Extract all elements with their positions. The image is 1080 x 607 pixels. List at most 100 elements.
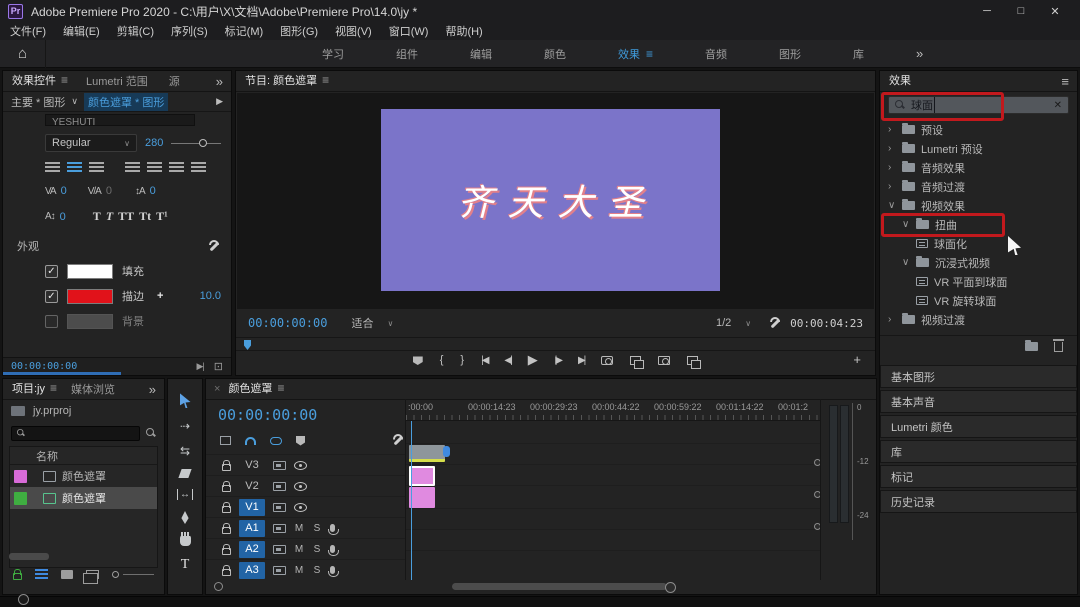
mute-button[interactable]: M [294, 523, 304, 534]
chevron-down-icon[interactable]: ∨ [71, 96, 78, 107]
panel-menu-icon[interactable]: ≡ [61, 73, 68, 87]
home-icon[interactable]: ⌂ [0, 40, 46, 68]
horizontal-scrollbar[interactable] [9, 553, 49, 560]
voiceover-mic-icon[interactable] [330, 566, 335, 574]
project-search-input[interactable] [11, 426, 140, 441]
panel-lumetri-color[interactable]: Lumetri 颜色 [880, 415, 1077, 438]
mark-out-button[interactable]: } [460, 354, 464, 366]
track-visibility-eye-icon[interactable] [294, 503, 307, 512]
minimize-button[interactable]: ─ [970, 5, 1004, 18]
selection-tool[interactable] [180, 393, 191, 408]
tree-item-spherize[interactable]: 球面化 [880, 234, 1077, 253]
timeline-timecode[interactable]: 00:00:00:00 [206, 399, 405, 424]
mini-zoom-bar[interactable] [3, 372, 121, 375]
lock-icon[interactable] [222, 527, 231, 534]
icon-view-icon[interactable] [61, 570, 73, 579]
add-marker-button[interactable] [413, 355, 423, 365]
small-caps-button[interactable]: Tt [139, 209, 151, 224]
panel-essential-graphics[interactable]: 基本图形 [880, 365, 1077, 388]
play-button[interactable]: ▶ [528, 352, 538, 368]
playback-resolution-dropdown[interactable]: 1/2 ∨ [716, 317, 751, 329]
tab-sequence[interactable]: 颜色遮罩 ≡ [227, 379, 285, 400]
superscript-button[interactable]: T¹ [156, 209, 168, 224]
leading-value[interactable]: 0 [150, 185, 156, 197]
tab-project[interactable]: 项目:jy ≡ [11, 379, 58, 400]
wrench-icon[interactable] [208, 240, 221, 253]
menu-window[interactable]: 窗口(W) [389, 23, 429, 39]
panel-overflow-icon[interactable]: » [216, 74, 223, 89]
track-header-a3[interactable]: A3 M S [206, 559, 405, 580]
expander-icon[interactable]: ∨ [902, 219, 910, 230]
maximize-button[interactable]: □ [1004, 5, 1038, 18]
fill-swatch[interactable] [67, 264, 113, 279]
align-left-icon[interactable] [45, 162, 60, 173]
justify-last-center-icon[interactable] [147, 162, 162, 173]
tab-source[interactable]: 源 [169, 73, 180, 89]
zoom-slider[interactable] [123, 574, 154, 575]
menu-help[interactable]: 帮助(H) [445, 23, 482, 39]
baseline-shift-value[interactable]: 0 [60, 211, 66, 223]
tracking-value[interactable]: 0 [106, 185, 112, 197]
faux-bold-button[interactable]: T [93, 209, 101, 224]
lock-icon[interactable] [222, 485, 231, 492]
workspace-tab-graphics[interactable]: 图形 [753, 40, 827, 68]
timeline-horizontal-scrollbar[interactable] [452, 583, 667, 590]
program-monitor-viewport[interactable]: 齐天大圣 [237, 93, 874, 309]
clip-source-selector[interactable]: 主要 * 图形 [11, 94, 65, 110]
fit-dropdown[interactable]: 适合 ∨ [351, 315, 393, 331]
stroke-swatch[interactable] [67, 289, 113, 304]
tree-item-vr-rotate-sphere[interactable]: VR 旋转球面 [880, 291, 1077, 310]
clip-target-label[interactable]: 颜色遮罩 * 图形 [84, 93, 168, 111]
project-file-name[interactable]: jy.prproj [33, 405, 71, 417]
track-header-v1[interactable]: V1 [206, 496, 405, 517]
background-swatch[interactable] [67, 314, 113, 329]
timeline-ruler[interactable]: :00:00 00:00:14:23 00:00:29:23 00:00:44:… [406, 399, 820, 421]
source-patch-icon[interactable] [273, 482, 286, 491]
play-around-icon[interactable]: ▶| [197, 361, 204, 372]
font-size-value[interactable]: 280 [145, 137, 163, 149]
source-patch-icon[interactable] [273, 503, 286, 512]
all-caps-button[interactable]: TT [118, 209, 134, 224]
workspace-overflow-icon[interactable]: » [916, 46, 923, 61]
close-button[interactable]: ✕ [1038, 5, 1072, 18]
track-header-v2[interactable]: V2 [206, 475, 405, 496]
justify-all-icon[interactable] [191, 162, 206, 173]
new-custom-bin-icon[interactable] [1025, 342, 1038, 351]
hand-tool[interactable] [180, 535, 191, 546]
menu-file[interactable]: 文件(F) [10, 23, 46, 39]
tree-item-video-effects[interactable]: ∨ 视频效果 [880, 196, 1077, 215]
font-family-field[interactable]: YESHUTI [45, 114, 195, 126]
pen-tool[interactable] [181, 511, 189, 524]
tab-effect-controls[interactable]: 效果控件 ≡ [11, 71, 69, 92]
tab-program-monitor[interactable]: 节目: 颜色遮罩 ≡ [244, 71, 330, 92]
track-badge[interactable]: A3 [239, 562, 265, 579]
clip-graphic-v3[interactable] [409, 445, 445, 462]
track-header-a1[interactable]: A1 M S [206, 517, 405, 538]
workspace-tab-menu-icon[interactable]: ≡ [646, 47, 653, 61]
go-to-in-button[interactable]: |◀ [481, 355, 487, 366]
align-center-icon[interactable] [67, 162, 82, 173]
panel-overflow-icon[interactable]: » [149, 382, 156, 397]
slider-knob[interactable] [199, 139, 207, 147]
track-badge[interactable]: V2 [239, 478, 265, 495]
panel-markers[interactable]: 标记 [880, 465, 1077, 488]
tree-item-audio-effects[interactable]: › 音频效果 [880, 158, 1077, 177]
workspace-tab-color[interactable]: 颜色 [518, 40, 592, 68]
workspace-tab-libraries[interactable]: 库 [827, 40, 890, 68]
track-badge[interactable]: A1 [239, 520, 265, 537]
panel-menu-icon[interactable]: ≡ [277, 381, 284, 395]
track-badge[interactable]: A2 [239, 541, 265, 558]
type-tool[interactable]: T [181, 557, 190, 573]
timeline-zoom-handle[interactable] [214, 582, 223, 591]
expander-icon[interactable]: ∨ [888, 200, 896, 211]
stroke-checkbox[interactable]: ✓ [45, 290, 58, 303]
faux-italic-button[interactable]: T [106, 209, 113, 224]
source-patch-icon[interactable] [273, 545, 286, 554]
voiceover-mic-icon[interactable] [330, 545, 335, 553]
step-forward-button[interactable]: |▶ [555, 355, 561, 366]
menu-graphics[interactable]: 图形(G) [280, 23, 318, 39]
workspace-tab-effects[interactable]: 效果 ≡ [592, 40, 679, 68]
label-color-swatch[interactable] [14, 470, 27, 483]
lock-icon[interactable] [222, 569, 231, 576]
lock-icon[interactable] [222, 548, 231, 555]
